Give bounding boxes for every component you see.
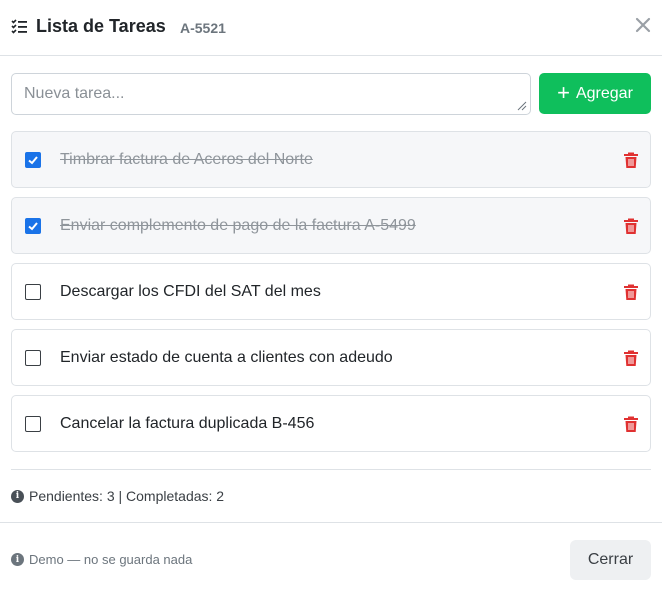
task-summary: i Pendientes: 3 | Completadas: 2 [11,488,224,504]
resize-grip-icon[interactable] [517,101,527,111]
task-label: Enviar estado de cuenta a clientes con a… [60,349,393,366]
document-code: A-5521 [180,20,226,36]
task-item: Enviar complemento de pago de la factura… [11,197,651,254]
task-item: Enviar estado de cuenta a clientes con a… [11,329,651,386]
task-checkbox[interactable] [25,218,41,234]
divider [11,469,651,470]
task-checkbox[interactable] [25,284,41,300]
task-item: Descargar los CFDI del SAT del mes [11,263,651,320]
list-check-icon [11,19,27,34]
trash-icon[interactable] [623,151,639,169]
dialog-header: Lista de Tareas A-5521 [0,0,662,56]
task-summary-text: Pendientes: 3 | Completadas: 2 [29,488,225,504]
info-icon: i [11,489,24,503]
task-label: Enviar complemento de pago de la factura… [60,217,416,234]
trash-icon[interactable] [623,349,639,367]
task-list: Timbrar factura de Aceros del Norte Envi… [11,131,651,461]
task-checkbox[interactable] [25,416,41,432]
add-task-button[interactable]: + Agregar [539,73,651,114]
demo-note-text: Demo — no se guarda nada [29,552,193,567]
task-checkbox[interactable] [25,350,41,366]
trash-icon[interactable] [623,415,639,433]
plus-icon: + [557,79,570,105]
close-button[interactable]: Cerrar [570,540,651,580]
task-item: Timbrar factura de Aceros del Norte [11,131,651,188]
task-item: Cancelar la factura duplicada B-456 [11,395,651,452]
dialog-footer: i Demo — no se guarda nada Cerrar [0,522,662,590]
add-task-form: + Agregar [11,73,651,115]
task-checkbox[interactable] [25,152,41,168]
close-icon[interactable] [633,15,653,35]
trash-icon[interactable] [623,283,639,301]
task-label: Cancelar la factura duplicada B-456 [60,415,315,432]
task-label: Descargar los CFDI del SAT del mes [60,283,321,300]
info-icon: i [11,553,24,566]
task-label: Timbrar factura de Aceros del Norte [60,151,313,168]
trash-icon[interactable] [623,217,639,235]
new-task-input[interactable] [11,73,531,115]
demo-note: i Demo — no se guarda nada [11,552,192,567]
add-task-label: Agregar [575,84,633,102]
dialog-title: Lista de Tareas [36,16,166,36]
